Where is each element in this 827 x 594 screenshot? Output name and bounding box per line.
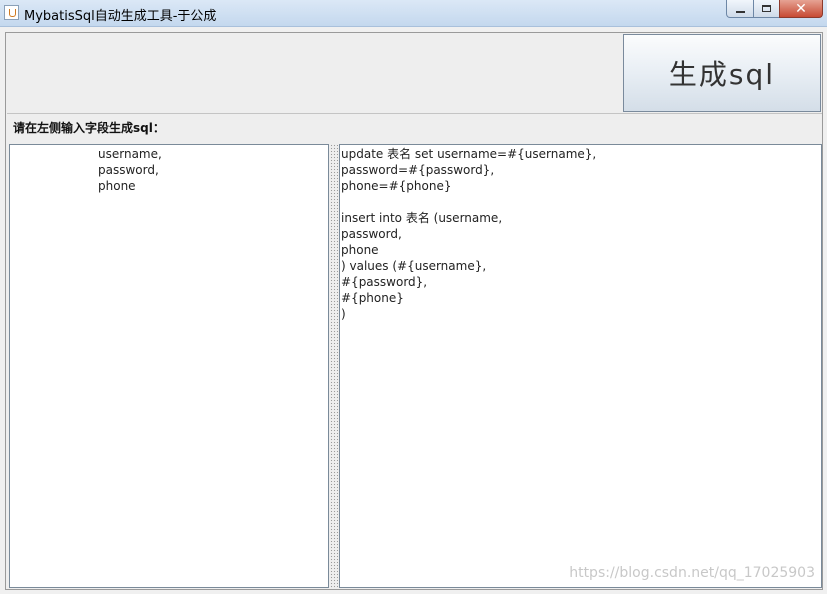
generate-sql-button[interactable]: 生成sql — [623, 34, 821, 112]
output-pane: update 表名 set username=#{username}, pass… — [339, 144, 822, 588]
main-content: 生成sql 请在左侧输入字段生成sql： username, password,… — [5, 32, 823, 590]
java-app-icon[interactable] — [4, 5, 19, 20]
close-icon: ✕ — [795, 0, 807, 17]
input-pane: username, password, phone — [9, 144, 329, 588]
minimize-icon — [735, 10, 745, 13]
fields-input[interactable]: username, password, phone — [10, 145, 328, 587]
watermark: https://blog.csdn.net/qq_17025903 — [569, 565, 815, 581]
divider — [7, 113, 822, 114]
window-title: MybatisSql自动生成工具-于公成 — [24, 9, 217, 24]
top-panel — [7, 34, 623, 114]
maximize-button[interactable] — [753, 0, 780, 18]
hint-label: 请在左侧输入字段生成sql： — [13, 121, 165, 135]
close-button[interactable]: ✕ — [779, 0, 823, 18]
sql-output[interactable]: update 表名 set username=#{username}, pass… — [340, 145, 821, 587]
maximize-icon — [762, 5, 771, 12]
title-bar: MybatisSql自动生成工具-于公成 ✕ — [0, 0, 827, 27]
minimize-button[interactable] — [726, 0, 754, 18]
split-pane-divider[interactable] — [330, 144, 338, 588]
